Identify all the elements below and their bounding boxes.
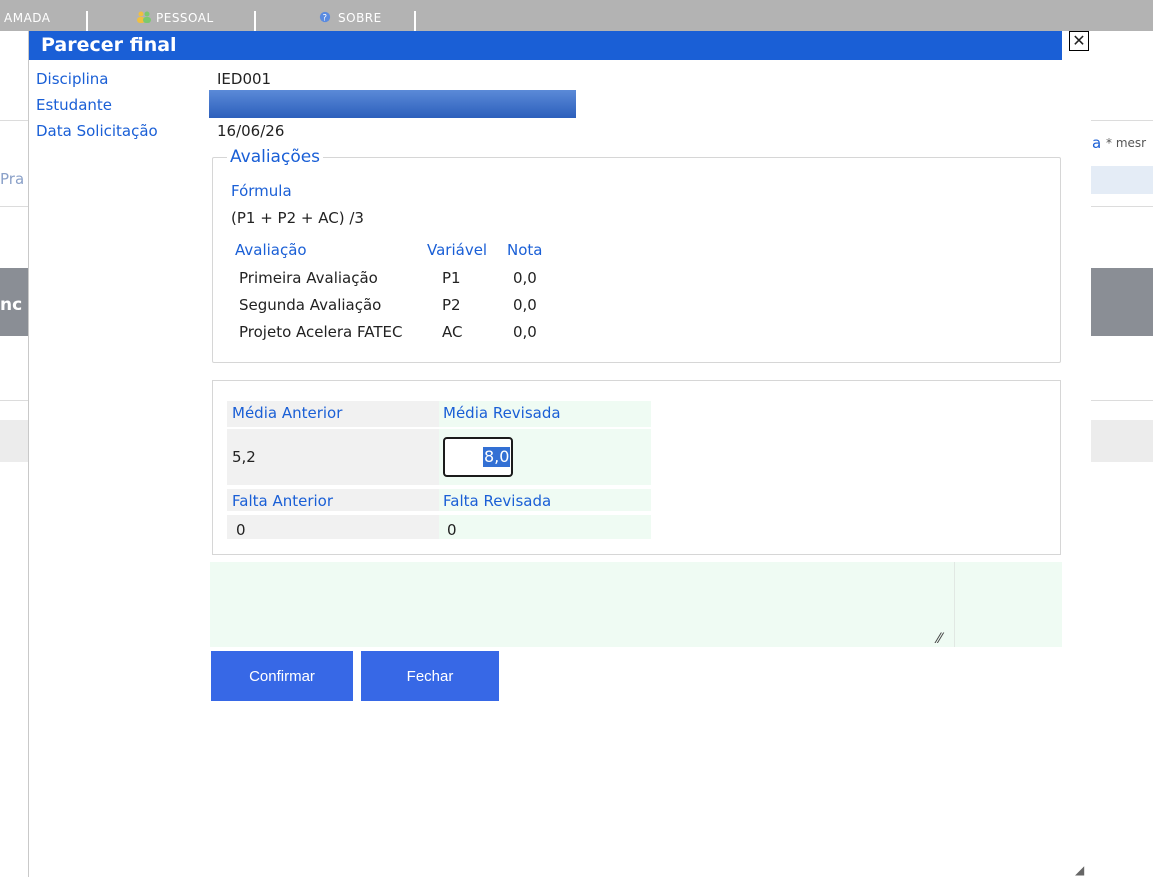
falta-anterior-value: 0	[236, 521, 246, 539]
formula-label: Fórmula	[231, 182, 292, 200]
formula-value: (P1 + P2 + AC) /3	[231, 209, 364, 227]
avaliacao-var: P1	[442, 269, 461, 287]
bg-menu-separator	[86, 11, 88, 31]
notes-side-panel	[954, 562, 1062, 647]
bg-menu-separator	[254, 11, 256, 31]
close-icon[interactable]: ✕	[1069, 31, 1089, 51]
bg-text-snippet: Pra	[0, 170, 25, 188]
dialog-title: Parecer final	[29, 31, 1062, 60]
media-revisada-label: Média Revisada	[443, 404, 561, 422]
falta-revisada-cell	[439, 515, 651, 539]
avaliacao-name: Projeto Acelera FATEC	[239, 323, 403, 341]
confirmar-button[interactable]: Confirmar	[211, 651, 353, 701]
bg-menu-item-pessoal[interactable]: PESSOAL	[136, 11, 214, 25]
svg-text:?: ?	[323, 13, 328, 23]
avaliacao-var: P2	[442, 296, 461, 314]
media-anterior-value: 5,2	[232, 448, 256, 466]
parecer-final-dialog: Parecer final ✕ Disciplina IED001 Estuda…	[28, 31, 1091, 877]
media-anterior-cell	[227, 429, 439, 485]
avaliacoes-legend: Avaliações	[227, 147, 324, 167]
bg-note-snippet: * mesr	[1106, 136, 1147, 150]
falta-revisada-value: 0	[447, 521, 457, 539]
bg-menu-item-sobre[interactable]: ? SOBRE	[318, 11, 382, 25]
falta-revisada-label: Falta Revisada	[443, 492, 552, 510]
data-solicitacao-value: 16/06/26	[217, 122, 285, 140]
media-anterior-label: Média Anterior	[232, 404, 343, 422]
users-icon	[136, 11, 152, 23]
dialog-resize-icon[interactable]: ◢	[1075, 863, 1084, 877]
avaliacao-nota: 0,0	[513, 323, 537, 341]
avaliacao-nota: 0,0	[513, 269, 537, 287]
bg-text-snippet: nc	[0, 295, 23, 315]
avaliacao-name: Segunda Avaliação	[239, 296, 382, 314]
estudante-label: Estudante	[36, 96, 113, 114]
fechar-button[interactable]: Fechar	[361, 651, 499, 701]
help-circle-icon: ?	[318, 11, 334, 23]
resize-grip-icon[interactable]: ⁄⁄	[937, 631, 942, 647]
avaliacao-nota: 0,0	[513, 296, 537, 314]
data-solicitacao-label: Data Solicitação	[36, 122, 158, 140]
avaliacao-name: Primeira Avaliação	[239, 269, 378, 287]
falta-anterior-label: Falta Anterior	[232, 492, 334, 510]
col-header-variavel: Variável	[427, 241, 488, 259]
bg-menu-separator	[414, 11, 416, 31]
col-header-nota: Nota	[507, 241, 543, 259]
parecer-notes-textarea[interactable]	[210, 562, 955, 647]
disciplina-value: IED001	[217, 70, 272, 88]
col-header-avaliacao: Avaliação	[235, 241, 307, 259]
media-revisada-selected-text: 8,0	[483, 447, 511, 467]
falta-anterior-cell	[227, 515, 439, 539]
estudante-value-redacted	[209, 90, 576, 118]
bg-menu-item-chamada[interactable]: AMADA	[4, 11, 51, 25]
disciplina-label: Disciplina	[36, 70, 109, 88]
avaliacao-var: AC	[442, 323, 463, 341]
bg-link-snippet[interactable]: a	[1092, 134, 1101, 152]
